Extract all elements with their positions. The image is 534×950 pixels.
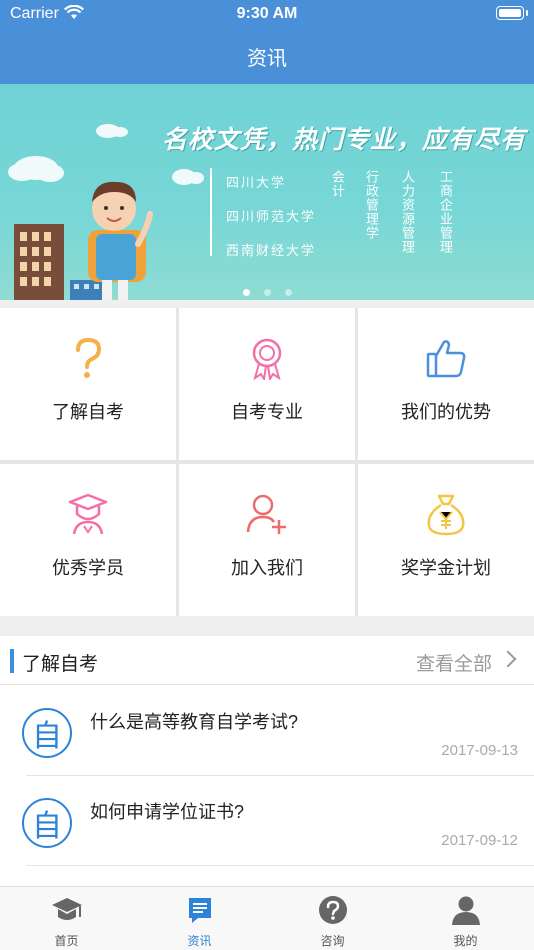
list-item[interactable]: 自 如何申请学位证书? 2017-09-12 (0, 776, 534, 866)
banner-major: 人力资源管理 (400, 170, 415, 254)
page-dot[interactable] (284, 289, 292, 296)
tab-news[interactable]: 资讯 (133, 887, 266, 950)
article-date: 2017-09-13 (441, 742, 518, 759)
article-avatar: 自 (22, 708, 72, 758)
feature-advantages[interactable]: 我们的优势 (358, 308, 534, 460)
article-title: 如何申请学位证书? (90, 802, 245, 822)
news-icon (133, 895, 266, 927)
promo-banner[interactable]: 名校文凭，热门专业，应有尽有 四川大学 四川师范大学 西南财经大学 会计 行政管… (0, 84, 534, 300)
tab-label: 首页 (54, 934, 79, 948)
feature-students[interactable]: 优秀学员 (0, 464, 176, 616)
banner-university: 四川大学 (226, 175, 287, 190)
feature-join[interactable]: 加入我们 (179, 464, 355, 616)
section-accent-bar (10, 649, 14, 673)
status-time: 9:30 AM (236, 5, 298, 22)
add-user-icon (179, 492, 355, 536)
page-title: 资讯 (247, 48, 287, 70)
divider (26, 865, 534, 866)
page-dot[interactable] (242, 289, 250, 296)
banner-university: 四川师范大学 (226, 209, 317, 224)
page-dot[interactable] (263, 289, 271, 296)
ribbon-badge-icon (179, 336, 355, 380)
banner-major: 行政管理学 (364, 170, 379, 240)
tab-label: 资讯 (187, 934, 212, 948)
tab-consult[interactable]: 咨询 (266, 887, 399, 950)
feature-label: 优秀学员 (52, 558, 124, 578)
feature-label: 加入我们 (231, 558, 303, 578)
feature-scholarship[interactable]: 奖学金计划 (358, 464, 534, 616)
tab-label: 我的 (453, 934, 478, 948)
banner-divider (210, 168, 212, 256)
graduate-icon (0, 492, 176, 536)
banner-major: 会计 (330, 170, 345, 198)
question-icon (0, 336, 176, 380)
banner-major: 工商企业管理 (438, 170, 453, 254)
feature-majors[interactable]: 自考专业 (179, 308, 355, 460)
status-bar: Carrier 9:30 AM (0, 0, 534, 28)
section-title: 了解自考 (22, 654, 99, 675)
tab-home[interactable]: 首页 (0, 887, 133, 950)
profile-icon (399, 895, 532, 927)
article-date: 2017-09-12 (441, 832, 518, 849)
feature-label: 我们的优势 (401, 402, 491, 422)
view-all-link[interactable]: 查看全部 (416, 649, 492, 676)
feature-label: 奖学金计划 (401, 558, 491, 578)
article-avatar: 自 (22, 798, 72, 848)
faq-section: 了解自考 查看全部 自 什么是高等教育自学考试? 2017-09-13 自 如何… (0, 636, 534, 888)
thumbs-up-icon (358, 336, 534, 380)
graduation-cap-icon (0, 895, 133, 927)
help-circle-icon (266, 895, 399, 927)
feature-grid: 了解自考 自考专业 我们的优势 优秀学员 加入我们 奖学金计划 (0, 308, 534, 616)
article-title: 什么是高等教育自学考试? (90, 712, 299, 732)
banner-page-indicator[interactable] (0, 283, 534, 300)
list-item[interactable]: 自 什么是高等教育自学考试? 2017-09-13 (0, 686, 534, 776)
top-bar: Carrier 9:30 AM 资讯 (0, 0, 534, 84)
banner-university: 西南财经大学 (226, 243, 317, 258)
feature-label: 自考专业 (231, 402, 303, 422)
feature-label: 了解自考 (52, 402, 124, 422)
tab-bar: 首页 资讯 咨询 我的 (0, 886, 534, 950)
tab-profile[interactable]: 我的 (399, 887, 532, 950)
battery-icon (496, 6, 528, 20)
feature-understand[interactable]: 了解自考 (0, 308, 176, 460)
section-header: 了解自考 查看全部 (0, 636, 534, 685)
banner-slogan: 名校文凭，热门专业，应有尽有 (162, 126, 527, 154)
chevron-right-icon[interactable] (499, 650, 517, 668)
money-bag-icon (358, 492, 534, 536)
tab-label: 咨询 (320, 934, 345, 948)
